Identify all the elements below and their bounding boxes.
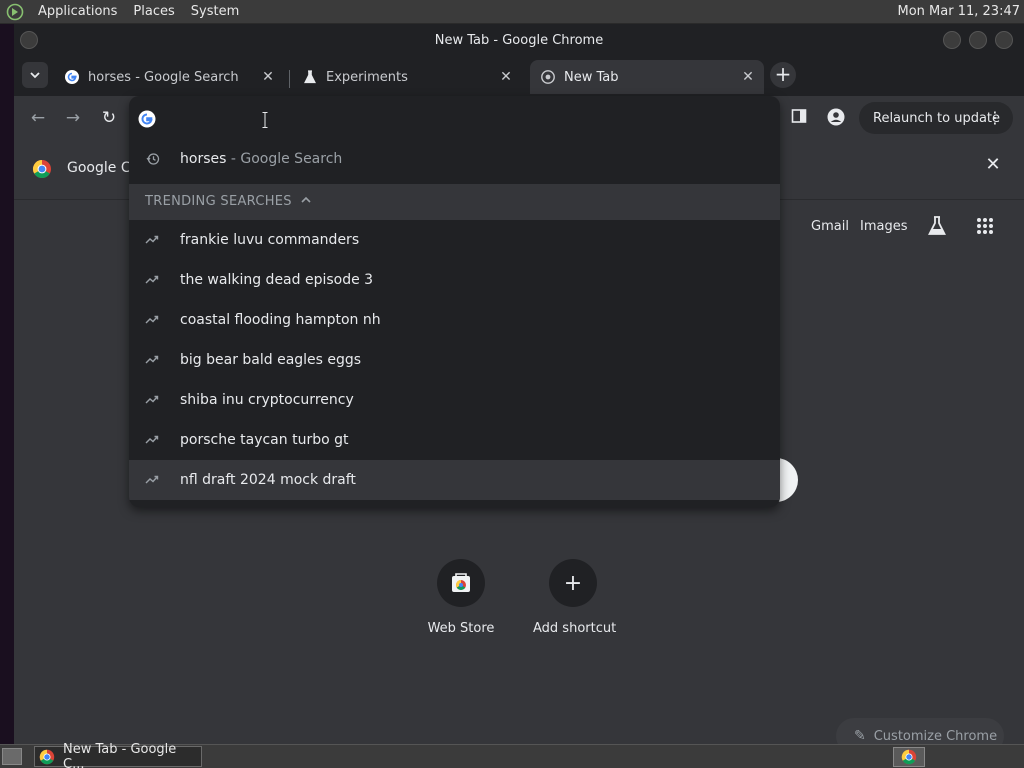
- history-icon: [145, 152, 161, 168]
- trending-header-label: TRENDING SEARCHES: [145, 194, 292, 209]
- close-tab-icon[interactable]: ✕: [498, 69, 514, 85]
- maximize-button[interactable]: [969, 31, 987, 49]
- chrome-icon: [901, 749, 917, 765]
- desktop: Applications Places System Mon Mar 11, 2…: [0, 0, 1024, 768]
- trending-suggestion[interactable]: shiba inu cryptocurrency: [129, 380, 780, 420]
- tab-experiments[interactable]: Experiments ✕: [292, 60, 522, 94]
- trending-suggestion-selected[interactable]: nfl draft 2024 mock draft: [129, 460, 780, 500]
- shortcut-add[interactable]: + Add shortcut: [533, 559, 617, 636]
- back-icon[interactable]: ←: [28, 108, 48, 128]
- flask-icon[interactable]: [926, 215, 950, 239]
- trending-up-icon: [145, 312, 161, 328]
- history-suggestion[interactable]: horses - Google Search: [129, 140, 780, 180]
- desktop-background: [0, 24, 14, 744]
- trending-suggestion[interactable]: coastal flooding hampton nh: [129, 300, 780, 340]
- trending-suggestion[interactable]: porsche taycan turbo gt: [129, 420, 780, 460]
- omnibox-dropdown: horses - Google Search TRENDING SEARCHES…: [129, 96, 780, 507]
- trending-suggestion[interactable]: the walking dead episode 3: [129, 260, 780, 300]
- google-g-icon: [64, 69, 80, 85]
- side-panel-icon[interactable]: [789, 108, 809, 128]
- show-desktop-icon[interactable]: [2, 748, 22, 765]
- tab-title: Experiments: [326, 69, 408, 85]
- close-window-button[interactable]: [995, 31, 1013, 49]
- relaunch-label: Relaunch to update: [873, 110, 1001, 126]
- chrome-icon: [32, 159, 52, 179]
- trending-up-icon: [145, 432, 161, 448]
- menu-places[interactable]: Places: [129, 4, 178, 19]
- trending-up-icon: [145, 232, 161, 248]
- tab-search-button[interactable]: [22, 62, 48, 88]
- suggestion-text: the walking dead episode 3: [180, 272, 374, 288]
- clock[interactable]: Mon Mar 11, 23:47: [898, 4, 1020, 19]
- trending-suggestion[interactable]: frankie luvu commanders: [129, 220, 780, 260]
- tab-horses[interactable]: horses - Google Search ✕: [54, 60, 284, 94]
- omnibox-input[interactable]: [169, 106, 769, 130]
- menu-system[interactable]: System: [187, 4, 243, 19]
- shortcut-label: Web Store: [427, 621, 495, 636]
- shortcut-label: Add shortcut: [533, 621, 617, 636]
- trending-up-icon: [145, 472, 161, 488]
- more-vert-icon[interactable]: ⋮: [987, 108, 1003, 127]
- trending-up-icon: [145, 352, 161, 368]
- top-panel: Applications Places System Mon Mar 11, 2…: [0, 0, 1024, 24]
- web-store-icon: [437, 559, 485, 607]
- relaunch-to-update-button[interactable]: Relaunch to update ⋮: [859, 102, 1013, 134]
- chevron-up-icon[interactable]: [299, 193, 313, 207]
- taskbar-label: New Tab - Google C...: [63, 741, 177, 768]
- bottom-taskbar: New Tab - Google C...: [0, 742, 1024, 768]
- tab-title: New Tab: [564, 69, 619, 85]
- close-tab-icon[interactable]: ✕: [740, 69, 756, 85]
- pencil-icon: ✎: [854, 728, 866, 744]
- suggestion-text: porsche taycan turbo gt: [180, 432, 349, 448]
- close-infobar-icon[interactable]: ✕: [984, 156, 1002, 174]
- images-link[interactable]: Images: [860, 219, 908, 234]
- tab-title: horses - Google Search: [88, 69, 239, 85]
- trending-up-icon: [145, 392, 161, 408]
- suggestion-text: shiba inu cryptocurrency: [180, 392, 354, 408]
- new-tab-button[interactable]: +: [770, 62, 796, 88]
- tab-strip: horses - Google Search ✕ Experiments ✕ N…: [14, 56, 1024, 96]
- suggestion-text: coastal flooding hampton nh: [180, 312, 381, 328]
- profile-icon[interactable]: [826, 108, 846, 128]
- chrome-icon: [39, 749, 55, 765]
- trending-up-icon: [145, 272, 161, 288]
- forward-icon[interactable]: →: [63, 108, 83, 128]
- trending-suggestion[interactable]: big bear bald eagles eggs: [129, 340, 780, 380]
- suggestion-text: frankie luvu commanders: [180, 232, 360, 248]
- google-g-icon: [138, 110, 156, 128]
- close-tab-icon[interactable]: ✕: [260, 69, 276, 85]
- menu-applications[interactable]: Applications: [34, 4, 121, 19]
- reload-icon[interactable]: ↻: [99, 108, 119, 128]
- suggestion-text: nfl draft 2024 mock draft: [180, 472, 356, 488]
- workspace-switcher[interactable]: [893, 747, 925, 767]
- trending-header[interactable]: TRENDING SEARCHES: [129, 184, 780, 220]
- suggestion-text: big bear bald eagles eggs: [180, 352, 362, 368]
- gmail-link[interactable]: Gmail: [811, 219, 849, 234]
- history-query: horses - Google Search: [180, 151, 343, 167]
- omnibox-input-row[interactable]: [129, 96, 780, 140]
- plus-icon: +: [549, 559, 597, 607]
- window-titlebar[interactable]: New Tab - Google Chrome: [14, 24, 1024, 56]
- tab-new-tab[interactable]: New Tab ✕: [530, 60, 764, 94]
- distro-logo-icon[interactable]: [4, 1, 26, 23]
- minimize-button[interactable]: [943, 31, 961, 49]
- tab-separator: [289, 70, 290, 88]
- chrome-icon: [540, 69, 556, 85]
- customize-label: Customize Chrome: [873, 728, 998, 744]
- chevron-down-icon: [30, 72, 40, 79]
- window-title: New Tab - Google Chrome: [434, 33, 604, 48]
- text-cursor-icon: [262, 112, 268, 128]
- flask-icon: [302, 69, 318, 85]
- shortcut-web-store[interactable]: Web Store: [421, 559, 501, 636]
- apps-grid-icon[interactable]: [974, 215, 998, 239]
- taskbar-chrome-window[interactable]: New Tab - Google C...: [34, 742, 202, 768]
